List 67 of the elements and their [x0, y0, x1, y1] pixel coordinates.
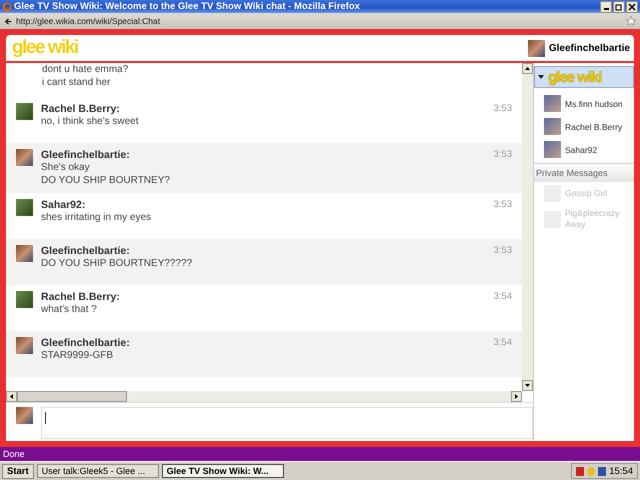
sender-name: Rachel B.Berry:: [41, 291, 120, 303]
avatar-photo: [544, 141, 561, 158]
user-list-item[interactable]: Ms.finn hudson: [534, 92, 634, 115]
message-text: shes irritating in my eyes: [41, 211, 152, 224]
message-text: dont u hate emma?: [42, 63, 130, 76]
scroll-thumb[interactable]: [17, 391, 127, 402]
minimize-button[interactable]: [600, 0, 612, 12]
avatar-photo: [544, 95, 561, 112]
message-text: DO YOU SHIP BOURTNEY?????: [41, 257, 194, 270]
avatar-photo: [16, 103, 33, 120]
user-name: Rachel B.Berry: [565, 122, 622, 132]
avatar-photo: [544, 118, 561, 135]
expand-arrow-icon[interactable]: [538, 74, 544, 80]
taskbar-button[interactable]: Glee TV Show Wiki: W...: [162, 464, 284, 478]
status-text: Done: [3, 449, 25, 459]
message-text: STAR9999-GFB: [41, 349, 114, 362]
message-time: 3:53: [494, 199, 512, 211]
minimize-icon: [604, 8, 608, 10]
user-list-item[interactable]: Sahar92: [534, 138, 634, 161]
user-list-item[interactable]: Rachel B.Berry: [534, 115, 634, 138]
message-time: 3:53: [494, 149, 512, 161]
message-time: 3:53: [494, 103, 512, 115]
window-title: Glee TV Show Wiki: Welcome to the Glee TV Show Wiki chat - Mozilla Firefox: [14, 1, 361, 12]
horizontal-scrollbar[interactable]: [6, 391, 522, 402]
back-arrow-icon[interactable]: [4, 16, 13, 26]
star-icon[interactable]: [626, 16, 636, 26]
message-text: what's that ?: [41, 303, 98, 316]
user-name: Gleefinchelbartie: [548, 42, 630, 54]
user-name: Ms.finn hudson: [565, 98, 623, 108]
scroll-down-icon[interactable]: [522, 380, 533, 391]
message-text: no, i think she's sweet: [41, 115, 140, 128]
restore-icon: [615, 2, 623, 10]
message-time: 3:53: [494, 245, 512, 257]
user-name: Sahar92: [565, 144, 598, 154]
private-messages-heading: Private Messages: [534, 163, 634, 182]
message-text: DO YOU SHIP BOURTNEY?: [41, 174, 171, 187]
browser-logo-icon: [2, 2, 12, 12]
message-time: 3:54: [494, 291, 512, 303]
sender-name: Gleefinchelbartie:: [41, 337, 130, 349]
avatar-photo: [16, 149, 33, 166]
avatar-photo: [16, 199, 33, 216]
vertical-scrollbar[interactable]: [522, 63, 533, 391]
restore-button[interactable]: [613, 0, 625, 12]
user-name: Pig&pleecrazy Away: [565, 208, 620, 230]
avatar-photo: [16, 291, 33, 308]
start-button[interactable]: Start: [2, 464, 34, 478]
room-logo: glee wiki: [548, 68, 602, 86]
scroll-right-icon[interactable]: [511, 391, 522, 402]
avatar-photo: [528, 40, 545, 56]
sender-name: Sahar92:: [41, 199, 86, 211]
scroll-left-icon[interactable]: [6, 391, 17, 402]
close-icon: [628, 2, 636, 10]
taskbar-button[interactable]: User talk:Gleek5 - Glee ...: [36, 464, 159, 478]
avatar-photo: [16, 337, 33, 354]
sender-name: Rachel B.Berry:: [41, 103, 120, 115]
close-button[interactable]: [626, 0, 638, 12]
clock: 15:54: [609, 466, 633, 476]
message-text: i cant stand her: [42, 76, 112, 89]
avatar-photo: [16, 407, 33, 424]
message-text: She's okay: [41, 161, 91, 174]
sender-name: Gleefinchelbartie:: [41, 149, 130, 161]
avatar-photo: [16, 245, 33, 262]
message-input-field[interactable]: [41, 407, 533, 439]
user-name: Gossip Girl: [565, 188, 608, 199]
scroll-up-icon[interactable]: [522, 63, 533, 74]
sender-name: Gleefinchelbartie:: [41, 245, 130, 257]
message-time: 3:54: [494, 337, 512, 349]
